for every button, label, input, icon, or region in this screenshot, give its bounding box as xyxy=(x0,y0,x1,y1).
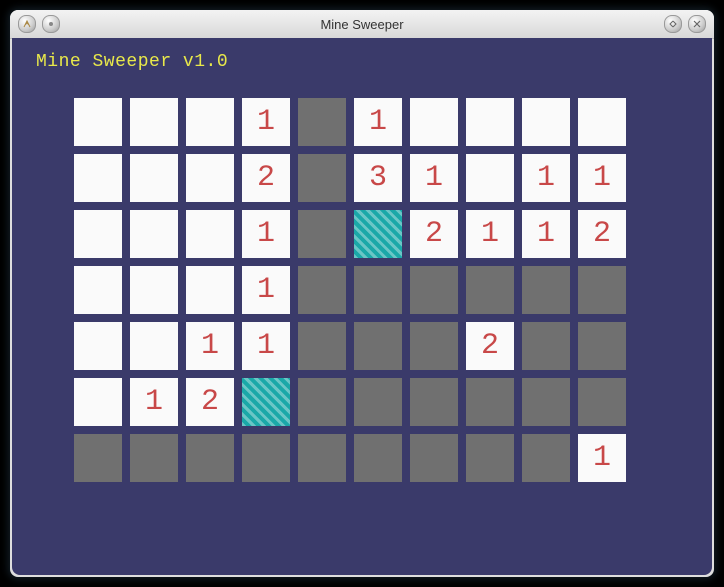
cell-1-3[interactable]: 2 xyxy=(242,154,290,202)
cell-4-0[interactable] xyxy=(74,322,122,370)
cell-5-1[interactable]: 1 xyxy=(130,378,178,426)
titlebar: Mine Sweeper xyxy=(10,10,714,39)
cell-6-3[interactable] xyxy=(242,434,290,482)
cell-3-9[interactable] xyxy=(578,266,626,314)
cell-1-9[interactable]: 1 xyxy=(578,154,626,202)
cell-0-8[interactable] xyxy=(522,98,570,146)
cell-2-2[interactable] xyxy=(186,210,234,258)
cell-5-3[interactable] xyxy=(242,378,290,426)
cell-5-2[interactable]: 2 xyxy=(186,378,234,426)
app-icon[interactable] xyxy=(18,15,36,33)
cell-4-1[interactable] xyxy=(130,322,178,370)
cell-2-9[interactable]: 2 xyxy=(578,210,626,258)
cell-4-9[interactable] xyxy=(578,322,626,370)
cell-4-8[interactable] xyxy=(522,322,570,370)
cell-6-4[interactable] xyxy=(298,434,346,482)
cell-0-0[interactable] xyxy=(74,98,122,146)
cell-5-7[interactable] xyxy=(466,378,514,426)
cell-5-8[interactable] xyxy=(522,378,570,426)
cell-0-9[interactable] xyxy=(578,98,626,146)
cell-3-2[interactable] xyxy=(186,266,234,314)
cell-2-3[interactable]: 1 xyxy=(242,210,290,258)
close-icon[interactable] xyxy=(688,15,706,33)
cell-6-2[interactable] xyxy=(186,434,234,482)
cell-4-3[interactable]: 1 xyxy=(242,322,290,370)
cell-3-1[interactable] xyxy=(130,266,178,314)
cell-3-8[interactable] xyxy=(522,266,570,314)
cell-5-4[interactable] xyxy=(298,378,346,426)
cell-5-0[interactable] xyxy=(74,378,122,426)
cell-1-4[interactable] xyxy=(298,154,346,202)
cell-0-6[interactable] xyxy=(410,98,458,146)
cell-2-1[interactable] xyxy=(130,210,178,258)
window-frame: Mine Sweeper Mine Sweeper v1.0 112311112… xyxy=(10,10,714,577)
cell-3-0[interactable] xyxy=(74,266,122,314)
cell-6-6[interactable] xyxy=(410,434,458,482)
cell-2-8[interactable]: 1 xyxy=(522,210,570,258)
cell-0-1[interactable] xyxy=(130,98,178,146)
mine-grid: 1123111121121112121 xyxy=(74,98,688,482)
cell-5-6[interactable] xyxy=(410,378,458,426)
cell-6-9[interactable]: 1 xyxy=(578,434,626,482)
game-heading: Mine Sweeper v1.0 xyxy=(36,52,688,72)
cell-3-6[interactable] xyxy=(410,266,458,314)
cell-1-8[interactable]: 1 xyxy=(522,154,570,202)
cell-1-2[interactable] xyxy=(186,154,234,202)
aux-icon[interactable] xyxy=(42,15,60,33)
cell-0-5[interactable]: 1 xyxy=(354,98,402,146)
cell-0-3[interactable]: 1 xyxy=(242,98,290,146)
game-area: Mine Sweeper v1.0 1123111121121112121 xyxy=(12,38,712,575)
cell-3-3[interactable]: 1 xyxy=(242,266,290,314)
cell-1-1[interactable] xyxy=(130,154,178,202)
cell-1-7[interactable] xyxy=(466,154,514,202)
cell-5-5[interactable] xyxy=(354,378,402,426)
cell-0-4[interactable] xyxy=(298,98,346,146)
cell-4-5[interactable] xyxy=(354,322,402,370)
cell-5-9[interactable] xyxy=(578,378,626,426)
window-title: Mine Sweeper xyxy=(10,17,714,32)
cell-2-0[interactable] xyxy=(74,210,122,258)
minimize-icon[interactable] xyxy=(664,15,682,33)
cell-2-4[interactable] xyxy=(298,210,346,258)
cell-0-7[interactable] xyxy=(466,98,514,146)
cell-4-2[interactable]: 1 xyxy=(186,322,234,370)
cell-1-0[interactable] xyxy=(74,154,122,202)
cell-2-6[interactable]: 2 xyxy=(410,210,458,258)
cell-4-7[interactable]: 2 xyxy=(466,322,514,370)
cell-4-4[interactable] xyxy=(298,322,346,370)
cell-6-0[interactable] xyxy=(74,434,122,482)
cell-0-2[interactable] xyxy=(186,98,234,146)
cell-2-7[interactable]: 1 xyxy=(466,210,514,258)
cell-3-7[interactable] xyxy=(466,266,514,314)
cell-6-1[interactable] xyxy=(130,434,178,482)
cell-6-8[interactable] xyxy=(522,434,570,482)
cell-6-7[interactable] xyxy=(466,434,514,482)
cell-6-5[interactable] xyxy=(354,434,402,482)
cell-2-5[interactable] xyxy=(354,210,402,258)
cell-4-6[interactable] xyxy=(410,322,458,370)
cell-1-5[interactable]: 3 xyxy=(354,154,402,202)
cell-3-5[interactable] xyxy=(354,266,402,314)
cell-1-6[interactable]: 1 xyxy=(410,154,458,202)
cell-3-4[interactable] xyxy=(298,266,346,314)
